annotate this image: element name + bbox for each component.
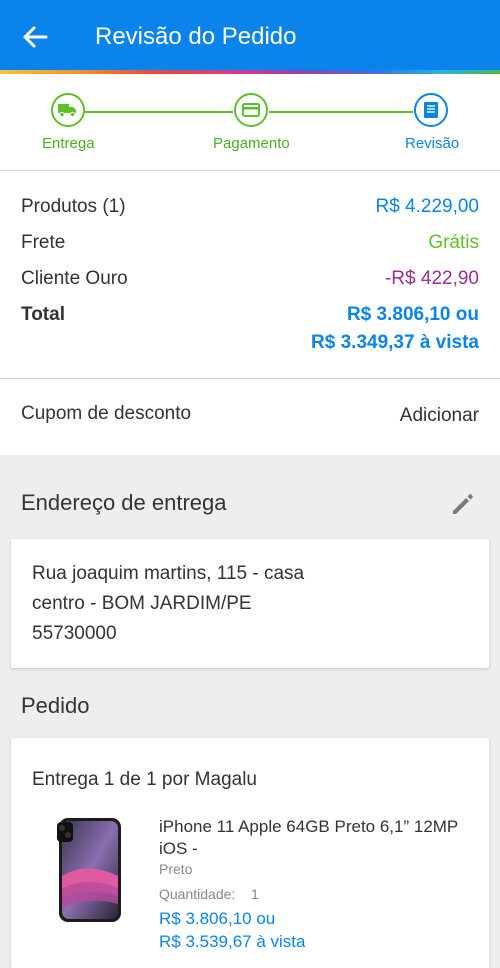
address-line-street: Rua joaquim martins, 115 - casa [32,563,305,584]
product-name[interactable]: iPhone 11 Apple 64GB Preto 6,1” 12MP iOS… [159,816,469,860]
gold-client-label: Cliente Ouro [21,268,128,289]
step-label-pagamento: Pagamento [213,135,290,152]
step-pagamento[interactable] [234,93,268,127]
pencil-icon [453,494,473,514]
address-line-city: centro - BOM JARDIM/PE [32,593,252,614]
receipt-icon [424,102,438,118]
shipping-value: Grátis [428,232,479,253]
product-image[interactable] [47,816,135,924]
total-value: R$ 3.806,10 ou [346,304,479,325]
checkout-stepper: Entrega Pagamento Revisão [0,74,500,171]
coupon-label: Cupom de desconto [21,403,192,424]
step-label-revisao: Revisão [405,135,460,152]
step-revisao[interactable] [414,93,448,127]
step-label-entrega: Entrega [42,135,95,152]
gold-client-discount: -R$ 422,90 [384,268,479,289]
add-coupon-button[interactable]: Adicionar [400,405,479,427]
products-value: R$ 4.229,00 [375,196,479,217]
step-connector [85,111,233,113]
truck-icon [58,104,76,118]
product-price: R$ 3.806,10 ou [159,909,276,928]
total-label: Total [21,304,65,325]
quantity-label: Quantidade: [159,886,236,902]
coupon-row[interactable]: Cupom de desconto Adicionar [0,379,500,455]
product-cash-price: R$ 3.539,67 à vista [159,932,306,951]
address-section-title: Endereço de entrega [21,490,227,515]
shipping-label: Frete [21,232,66,253]
quantity-value: 1 [251,886,259,902]
step-entrega[interactable] [51,93,85,127]
smartphone-icon [57,818,121,922]
address-card: Rua joaquim martins, 115 - casa centro -… [11,539,489,668]
order-card: Entrega 1 de 1 por Magalu iPhone 11 Appl… [11,738,489,968]
back-button[interactable] [14,17,58,57]
credit-card-icon [242,103,260,117]
products-label: Produtos (1) [21,196,126,217]
edit-address-button[interactable] [450,491,476,517]
delivery-label: Entrega 1 de 1 por Magalu [32,769,257,790]
total-cash-value: R$ 3.349,37 à vista [311,332,479,353]
product-color: Preto [159,861,193,877]
app-bar: Revisão do Pedido [0,0,500,70]
step-connector [269,111,413,113]
order-section-title: Pedido [21,693,90,718]
arrow-back-icon [23,26,48,48]
page-title: Revisão do Pedido [95,23,297,50]
order-summary: Produtos (1) R$ 4.229,00 Frete Grátis Cl… [0,171,500,379]
address-line-zip: 55730000 [32,623,117,644]
